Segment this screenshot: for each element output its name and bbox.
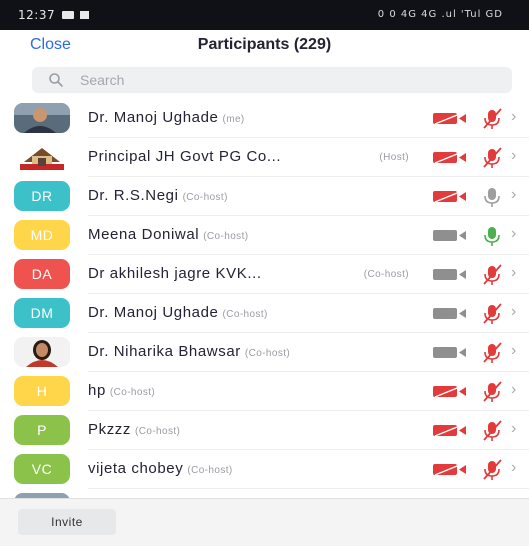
avatar: DM [14, 298, 70, 328]
microphone-icon[interactable] [480, 186, 504, 208]
status-notification-icons [62, 11, 89, 19]
participant-role: (Co-host) [182, 192, 228, 203]
mic-muted-icon[interactable] [480, 381, 504, 403]
gallery-icon [80, 11, 89, 19]
participant-row[interactable]: P Pkzzz (Co-host) › [0, 411, 529, 450]
video-camera-icon[interactable] [432, 268, 468, 281]
video-camera-icon[interactable] [432, 307, 468, 320]
video-camera-icon[interactable] [432, 229, 468, 242]
participant-row[interactable]: DA Dr akhilesh jagre KVK... (Co-host) › [0, 255, 529, 294]
participant-name-text: vijeta chobey [88, 460, 184, 477]
avatar: DR [14, 181, 70, 211]
participant-name: Dr. Niharika Bhawsar (Co-host) [88, 343, 290, 360]
avatar: DA [14, 259, 70, 289]
participant-name-text: hp [88, 382, 106, 399]
participant-name-text: Pkzzz [88, 421, 132, 438]
participant-role: (Co-host) [109, 387, 156, 398]
mic-muted-icon[interactable] [480, 147, 504, 169]
status-bar: 12:37 0 0 4G 4G .ul 'Tul GD [0, 0, 529, 30]
video-off-icon[interactable] [432, 385, 468, 398]
participant-name: Dr. Manoj Ughade (Co-host) [88, 304, 268, 321]
chevron-right-icon: › [511, 303, 517, 320]
header: Close Participants (229) [0, 30, 529, 64]
participant-role: (me) [222, 114, 245, 125]
message-icon [62, 11, 74, 19]
bottom-bar: Invite [0, 498, 529, 546]
participant-role: (Co-host) [363, 269, 409, 280]
participant-row[interactable]: DR Dr. R.S.Negi (Co-host) › [0, 177, 529, 216]
search-bar[interactable] [32, 67, 512, 93]
participant-name-text: Principal JH Govt PG Co... [88, 148, 282, 165]
participant-name-text: Dr. Niharika Bhawsar [88, 343, 241, 360]
participants-screen: 12:37 0 0 4G 4G .ul 'Tul GD Close Partic… [0, 0, 529, 546]
chevron-right-icon: › [511, 108, 517, 125]
chevron-right-icon: › [511, 381, 517, 398]
mic-muted-icon[interactable] [480, 264, 504, 286]
chevron-right-icon: › [511, 186, 517, 203]
participant-role: (Co-host) [135, 426, 181, 437]
participant-role: (Host) [379, 152, 409, 163]
participant-role: (Co-host) [187, 465, 233, 476]
mic-muted-icon[interactable] [480, 459, 504, 481]
search-icon [49, 73, 63, 87]
video-off-icon[interactable] [432, 463, 468, 476]
participant-name-text: Dr. Manoj Ughade [88, 304, 219, 321]
participant-name: Dr akhilesh jagre KVK... [88, 265, 262, 282]
participant-list: Dr. Manoj Ughade (me) › Principal JH Govt P… [0, 99, 529, 498]
participant-name-text: Dr. Manoj Ughade [88, 109, 219, 126]
participant-name: Principal JH Govt PG Co... [88, 148, 281, 165]
participant-name: hp (Co-host) [88, 382, 155, 399]
participant-row[interactable]: Dr. Manoj Ughade (me) › [0, 99, 529, 138]
page-title: Participants (229) [197, 36, 332, 53]
chevron-right-icon: › [511, 264, 517, 281]
avatar: MD [14, 220, 70, 250]
mic-muted-icon[interactable] [480, 303, 504, 325]
person-photo-avatar [14, 103, 70, 133]
video-camera-icon[interactable] [432, 346, 468, 359]
participant-row[interactable]: .*•*•. .pawan. .*•*•. ★ ★› [0, 489, 529, 498]
status-time: 12:37 [18, 8, 56, 22]
video-off-icon[interactable] [432, 424, 468, 437]
participant-name: Dr. Manoj Ughade (me) [88, 109, 245, 126]
mic-muted-icon[interactable] [480, 342, 504, 364]
participant-name-text: Meena Doniwal [88, 226, 200, 243]
avatar: H [14, 376, 70, 406]
video-off-icon[interactable] [432, 190, 468, 203]
video-off-icon[interactable] [432, 112, 468, 125]
chevron-right-icon: › [511, 147, 517, 164]
participant-name: Dr. R.S.Negi (Co-host) [88, 187, 228, 204]
participant-row[interactable]: MD Meena Doniwal (Co-host) › [0, 216, 529, 255]
participant-row[interactable]: DM Dr. Manoj Ughade (Co-host) › [0, 294, 529, 333]
status-indicators: 0 0 4G 4G .ul 'Tul GD [377, 9, 503, 20]
participant-row[interactable]: Principal JH Govt PG Co... (Host) › [0, 138, 529, 177]
participant-row[interactable]: VC vijeta chobey (Co-host) › [0, 450, 529, 489]
participant-name: vijeta chobey (Co-host) [88, 460, 233, 477]
participant-name-text: Dr akhilesh jagre KVK... [88, 265, 262, 282]
mic-muted-icon[interactable] [480, 420, 504, 442]
video-off-icon[interactable] [432, 151, 468, 164]
avatar: VC [14, 454, 70, 484]
participant-row[interactable]: Hhp (Co-host) › [0, 372, 529, 411]
invite-button[interactable]: Invite [18, 509, 116, 535]
chevron-right-icon: › [511, 459, 517, 476]
search-input[interactable] [80, 70, 500, 90]
chevron-right-icon: › [511, 420, 517, 437]
participant-name: Meena Doniwal (Co-host) [88, 226, 248, 243]
avatar: P [14, 415, 70, 445]
participant-name-text: Dr. R.S.Negi [88, 187, 179, 204]
mic-muted-icon[interactable] [480, 108, 504, 130]
chevron-right-icon: › [511, 342, 517, 359]
participant-role: (Co-host) [203, 231, 249, 242]
participant-row[interactable]: Dr. Niharika Bhawsar (Co-host) › [0, 333, 529, 372]
chevron-right-icon: › [511, 225, 517, 242]
microphone-icon[interactable] [480, 225, 504, 247]
participant-role: (Co-host) [244, 348, 291, 359]
participant-role: (Co-host) [222, 309, 268, 320]
participant-name: Pkzzz (Co-host) [88, 421, 180, 438]
woman-photo-avatar [14, 337, 70, 367]
college-logo-avatar [14, 142, 70, 172]
